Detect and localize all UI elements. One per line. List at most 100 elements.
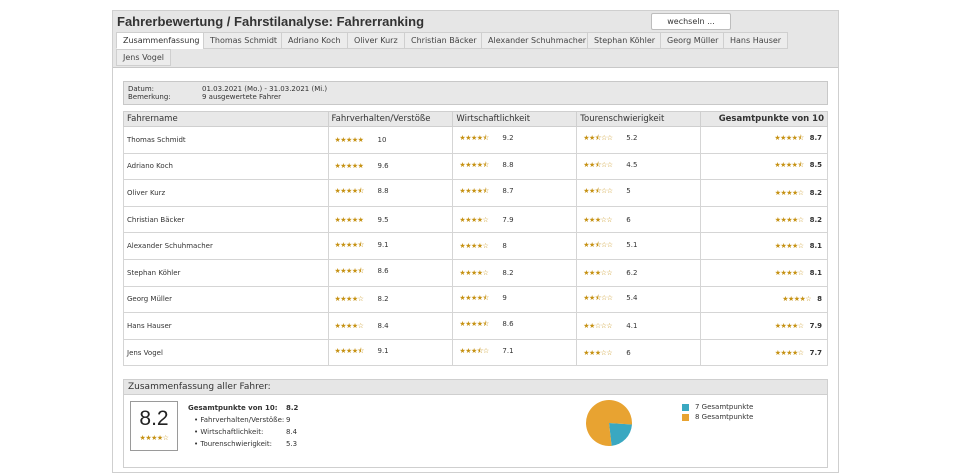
score-value: 9.6 xyxy=(377,162,389,171)
col-header-fahrverhalten[interactable]: Fahrverhalten/Verstöße xyxy=(327,111,454,127)
rating-stars: ★★★★★ xyxy=(334,162,364,171)
wirtschaft-score: ★★★★⯪ 8.8 xyxy=(452,152,578,181)
tab-zusammenfassung[interactable]: Zusammenfassung xyxy=(116,32,207,49)
touren-score: ★★★☆☆ 6.2 xyxy=(576,258,702,287)
wirtschaft-score: ★★★★⯪ 9 xyxy=(452,285,578,314)
score-value: 4.1 xyxy=(626,321,638,330)
rating-stars: ★★★★☆ xyxy=(774,242,804,251)
score-value: 10 xyxy=(377,135,387,144)
score-value: 9.5 xyxy=(377,215,389,224)
tab-christian-baecker[interactable]: Christian Bäcker xyxy=(404,32,484,49)
driver-name: Oliver Kurz xyxy=(123,179,329,207)
rating-stars: ★★★★☆ xyxy=(334,321,364,330)
table-row[interactable]: Georg Müller ★★★★☆ 8.2 ★★★★⯪ 9 ★★⯪☆☆ 5.4 ★★★★☆ 8 xyxy=(123,285,828,314)
col-header-wirtschaft[interactable]: Wirtschaftlichkeit xyxy=(452,111,578,127)
tab-hans-hauser[interactable]: Hans Hauser xyxy=(723,32,789,49)
table-row[interactable]: Alexander Schuhmacher ★★★★⯪ 9.1 ★★★★☆ 8 ★★⯪☆☆… xyxy=(123,232,828,260)
summary-item-value: 9 xyxy=(286,416,291,424)
score-distribution-pie xyxy=(586,400,632,446)
table-row[interactable]: Jens Vogel ★★★★⯪ 9.1 ★★★⯪☆ 7.1 ★★★☆☆ 6 ★★★★☆ 7.7 xyxy=(123,338,828,367)
tab-stephan-koehler[interactable]: Stephan Köhler xyxy=(587,32,663,49)
table-row[interactable]: Hans Hauser ★★★★☆ 8.4 ★★★★⯪ 8.6 ★★☆☆☆ 4.1 ★★★★☆… xyxy=(123,312,828,340)
gesamt-score: ★★★★☆ 8.2 xyxy=(700,205,828,234)
col-header-name[interactable]: Fahrername xyxy=(123,111,329,127)
fahrverhalten-score: ★★★★⯪ 8.6 xyxy=(327,258,454,287)
wirtschaft-score: ★★★★☆ 7.9 xyxy=(452,205,578,234)
rating-stars: ★★★★⯪ xyxy=(459,187,489,196)
score-value: 8.2 xyxy=(502,268,514,277)
summary-item-wirtschaft: • Wirtschaftlichkeit: 8.4 xyxy=(188,426,308,438)
legend-label: 7 Gesamtpunkte xyxy=(695,403,754,411)
rating-stars: ★★⯪☆☆ xyxy=(583,293,613,302)
rating-stars: ★★★★⯪ xyxy=(459,293,489,302)
table-row[interactable]: Christian Bäcker ★★★★★ 9.5 ★★★★☆ 7.9 ★★★☆☆ 6 ★★… xyxy=(123,205,828,234)
rating-stars: ★★★★☆ xyxy=(782,295,812,304)
tab-thomas-schmidt[interactable]: Thomas Schmidt xyxy=(203,32,285,49)
fahrverhalten-score: ★★★★★ 9.5 xyxy=(327,205,454,234)
rating-stars: ★★★★☆ xyxy=(774,348,804,357)
touren-score: ★★⯪☆☆ 5.4 xyxy=(576,285,702,314)
summary-item-label: • Tourenschwierigkeit: xyxy=(194,440,272,448)
rating-stars: ★★★★⯪ xyxy=(774,134,804,143)
wirtschaft-score: ★★★★⯪ 9.2 xyxy=(452,126,578,154)
rating-stars: ★★★☆☆ xyxy=(583,268,613,277)
tab-oliver-kurz[interactable]: Oliver Kurz xyxy=(347,32,405,49)
report-info: Datum: 01.03.2021 (Mo.) - 31.03.2021 (Mi… xyxy=(123,81,828,105)
rating-stars: ★★★★⯪ xyxy=(334,267,365,276)
score-value: 8.6 xyxy=(377,267,389,276)
score-value: 7.9 xyxy=(809,321,822,330)
summary-item-label: • Wirtschaftlichkeit: xyxy=(194,428,264,436)
col-header-touren[interactable]: Tourenschwierigkeit xyxy=(576,111,702,127)
fahrverhalten-score: ★★★★⯪ 9.1 xyxy=(327,232,454,260)
legend-label: 8 Gesamtpunkte xyxy=(695,413,754,421)
summary-item-label: • Fahrverhalten/Verstöße: xyxy=(194,416,285,424)
score-value: 6 xyxy=(626,348,631,357)
tab-georg-mueller[interactable]: Georg Müller xyxy=(660,32,726,49)
gesamt-score: ★★★★☆ 7.9 xyxy=(700,312,828,340)
driver-name: Thomas Schmidt xyxy=(123,126,329,154)
score-value: 9 xyxy=(502,293,507,302)
rating-stars: ★★★★☆ xyxy=(774,321,804,330)
table-row[interactable]: Thomas Schmidt ★★★★★ 10 ★★★★⯪ 9.2 ★★⯪☆☆ 5.2 ★★★… xyxy=(123,126,828,154)
touren-score: ★★⯪☆☆ 5 xyxy=(576,179,702,207)
score-value: 8 xyxy=(817,295,822,304)
gesamt-score: ★★★★☆ 7.7 xyxy=(700,338,828,367)
note-label: Bemerkung: xyxy=(128,93,171,101)
overall-score-box: 8.2 ★★★★☆ xyxy=(130,401,178,451)
summary-item-value: 5.3 xyxy=(286,440,298,448)
wirtschaft-score: ★★★⯪☆ 7.1 xyxy=(452,338,578,367)
table-row[interactable]: Stephan Köhler ★★★★⯪ 8.6 ★★★★☆ 8.2 ★★★☆☆ 6.2 ★★… xyxy=(123,258,828,287)
rating-stars: ★★★★⯪ xyxy=(459,160,489,169)
summary-total-label: Gesamtpunkte von 10: xyxy=(188,404,278,412)
rating-stars: ★★☆☆☆ xyxy=(583,321,613,330)
fahrverhalten-score: ★★★★★ 10 xyxy=(327,126,454,154)
score-value: 8.2 xyxy=(809,188,822,197)
switch-button[interactable]: wechseln ... xyxy=(651,13,731,30)
date-label: Datum: xyxy=(128,85,155,93)
touren-score: ★★★☆☆ 6 xyxy=(576,205,702,234)
fahrverhalten-score: ★★★★☆ 8.2 xyxy=(327,285,454,314)
driver-name: Jens Vogel xyxy=(123,338,329,367)
rating-stars: ★★★★☆ xyxy=(334,295,364,304)
pie-slice xyxy=(609,423,632,446)
score-value: 9.1 xyxy=(377,240,389,249)
driver-name: Hans Hauser xyxy=(123,312,329,340)
col-header-gesamt[interactable]: Gesamtpunkte von 10 xyxy=(700,111,828,127)
tab-adriano-koch[interactable]: Adriano Koch xyxy=(281,32,348,49)
gesamt-score: ★★★★☆ 8.2 xyxy=(700,179,828,207)
score-value: 8.1 xyxy=(809,268,822,277)
date-value: 01.03.2021 (Mo.) - 31.03.2021 (Mi.) xyxy=(202,85,328,93)
score-value: 5.2 xyxy=(626,134,638,143)
tab-jens-vogel[interactable]: Jens Vogel xyxy=(116,49,172,66)
score-value: 8.7 xyxy=(809,134,822,143)
table-row[interactable]: Oliver Kurz ★★★★⯪ 8.8 ★★★★⯪ 8.7 ★★⯪☆☆ 5 ★★★★☆ 8.… xyxy=(123,179,828,207)
score-value: 9.2 xyxy=(502,134,514,143)
score-value: 6.2 xyxy=(626,268,638,277)
pie-legend: 7 Gesamtpunkte 8 Gesamtpunkte xyxy=(682,402,753,422)
score-value: 8.7 xyxy=(502,187,514,196)
tab-alexander-schuhmacher[interactable]: Alexander Schuhmacher xyxy=(481,32,594,49)
table-row[interactable]: Adriano Koch ★★★★★ 9.6 ★★★★⯪ 8.8 ★★⯪☆☆ 4.5 ★★★★… xyxy=(123,152,828,181)
summary-item-value: 8.4 xyxy=(286,428,298,436)
summary-total-row: Gesamtpunkte von 10: 8.2 xyxy=(188,402,308,414)
score-value: 6 xyxy=(626,215,631,224)
